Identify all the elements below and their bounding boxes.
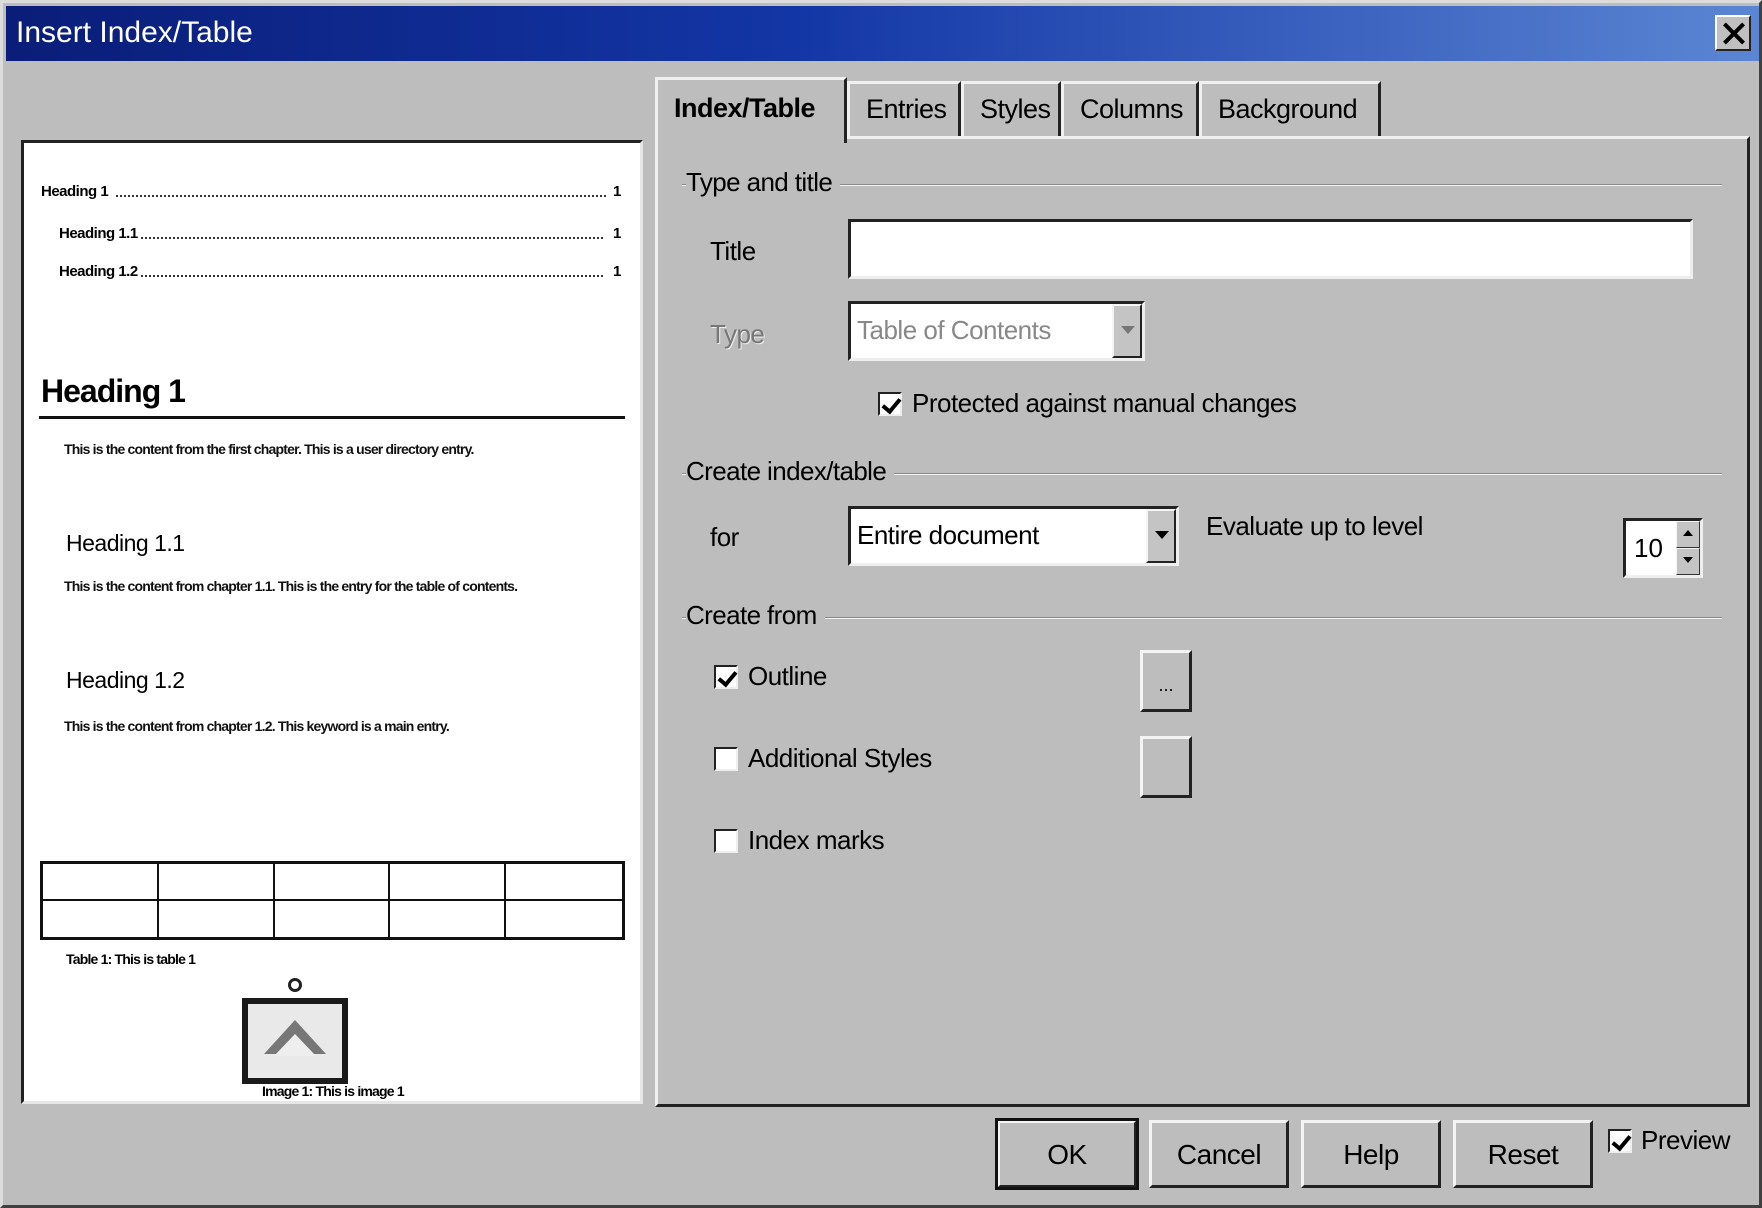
close-icon[interactable] bbox=[1715, 15, 1751, 51]
evaluate-level-value: 10 bbox=[1634, 533, 1663, 563]
type-dropdown[interactable]: Table of Contents bbox=[848, 301, 1145, 361]
preview-pane: Heading 1 1 Heading 1.1 1 Heading 1.2 1 … bbox=[21, 140, 643, 1104]
chevron-down-icon[interactable] bbox=[1112, 304, 1142, 358]
window-title: Insert Index/Table bbox=[16, 16, 253, 49]
toc-page-number: 1 bbox=[613, 183, 621, 200]
spin-down-icon[interactable] bbox=[1676, 548, 1700, 575]
for-dropdown[interactable]: Entire document bbox=[848, 506, 1179, 566]
protected-checkbox[interactable] bbox=[878, 392, 902, 416]
additional-styles-label[interactable]: Additional Styles bbox=[748, 743, 932, 774]
toc-entry: Heading 1.1 1 bbox=[59, 225, 626, 242]
preview-paragraph: This is the content from chapter 1.1. Th… bbox=[64, 578, 518, 594]
index-marks-checkbox[interactable] bbox=[714, 829, 738, 853]
for-label: for bbox=[710, 522, 739, 552]
toc-page-number: 1 bbox=[613, 263, 621, 280]
toc-entry: Heading 1 1 bbox=[41, 183, 626, 200]
type-value: Table of Contents bbox=[857, 315, 1051, 345]
for-value: Entire document bbox=[857, 520, 1039, 550]
spin-up-icon[interactable] bbox=[1676, 521, 1700, 548]
section-divider bbox=[682, 617, 1722, 619]
outline-options-button[interactable]: ... bbox=[1140, 650, 1192, 712]
toc-page-number: 1 bbox=[613, 225, 621, 242]
outline-label[interactable]: Outline bbox=[748, 661, 827, 692]
preview-heading-1-2: Heading 1.2 bbox=[66, 667, 185, 693]
preview-image-icon bbox=[242, 978, 348, 1084]
preview-table bbox=[40, 861, 625, 940]
chevron-down-icon[interactable] bbox=[1146, 509, 1176, 563]
toc-entry: Heading 1.2 1 bbox=[59, 263, 626, 280]
preview-heading-rule bbox=[39, 416, 625, 419]
preview-heading-1: Heading 1 bbox=[41, 373, 186, 409]
help-button[interactable]: Help bbox=[1301, 1120, 1441, 1188]
evaluate-level-label: Evaluate up to level bbox=[1206, 511, 1423, 541]
toc-leader bbox=[116, 195, 606, 197]
additional-styles-checkbox[interactable] bbox=[714, 747, 738, 771]
title-bar[interactable]: Insert Index/Table bbox=[6, 6, 1759, 61]
tab-index-table[interactable]: Index/Table bbox=[655, 77, 847, 143]
additional-styles-button[interactable] bbox=[1140, 736, 1192, 798]
tab-background[interactable]: Background bbox=[1199, 81, 1381, 137]
protected-label[interactable]: Protected against manual changes bbox=[912, 388, 1297, 419]
tab-columns[interactable]: Columns bbox=[1061, 81, 1199, 137]
title-input[interactable] bbox=[848, 219, 1693, 279]
insert-index-table-dialog: Insert Index/Table Heading 1 1 Heading 1… bbox=[0, 0, 1762, 1208]
toc-entry-text: Heading 1.1 bbox=[59, 225, 138, 242]
title-label: Title bbox=[710, 236, 756, 266]
preview-paragraph: This is the content from the first chapt… bbox=[64, 441, 474, 457]
preview-checkbox[interactable] bbox=[1608, 1129, 1632, 1153]
toc-entry-text: Heading 1.2 bbox=[59, 263, 138, 280]
toc-leader bbox=[141, 237, 603, 239]
index-marks-label[interactable]: Index marks bbox=[748, 825, 885, 856]
create-index-label: Create index/table bbox=[686, 456, 895, 487]
preview-heading-1-1: Heading 1.1 bbox=[66, 530, 185, 556]
index-table-panel: Type and title Title Type Table of Conte… bbox=[655, 136, 1750, 1107]
reset-button[interactable]: Reset bbox=[1453, 1120, 1593, 1188]
cancel-button[interactable]: Cancel bbox=[1149, 1120, 1289, 1188]
evaluate-level-spinner[interactable]: 10 bbox=[1623, 518, 1703, 578]
create-from-label: Create from bbox=[686, 600, 825, 631]
outline-checkbox[interactable] bbox=[714, 665, 738, 689]
toc-entry-text: Heading 1 bbox=[41, 183, 109, 200]
ok-button[interactable]: OK bbox=[995, 1118, 1139, 1190]
preview-table-caption: Table 1: This is table 1 bbox=[66, 951, 196, 967]
type-label: Type bbox=[710, 319, 765, 349]
toc-leader bbox=[141, 275, 603, 277]
type-and-title-label: Type and title bbox=[686, 167, 841, 198]
tab-styles[interactable]: Styles bbox=[961, 81, 1061, 137]
preview-paragraph: This is the content from chapter 1.2. Th… bbox=[64, 718, 450, 734]
preview-label[interactable]: Preview bbox=[1641, 1125, 1730, 1156]
tab-entries[interactable]: Entries bbox=[847, 81, 961, 137]
preview-image-caption: Image 1: This is image 1 bbox=[262, 1083, 405, 1099]
